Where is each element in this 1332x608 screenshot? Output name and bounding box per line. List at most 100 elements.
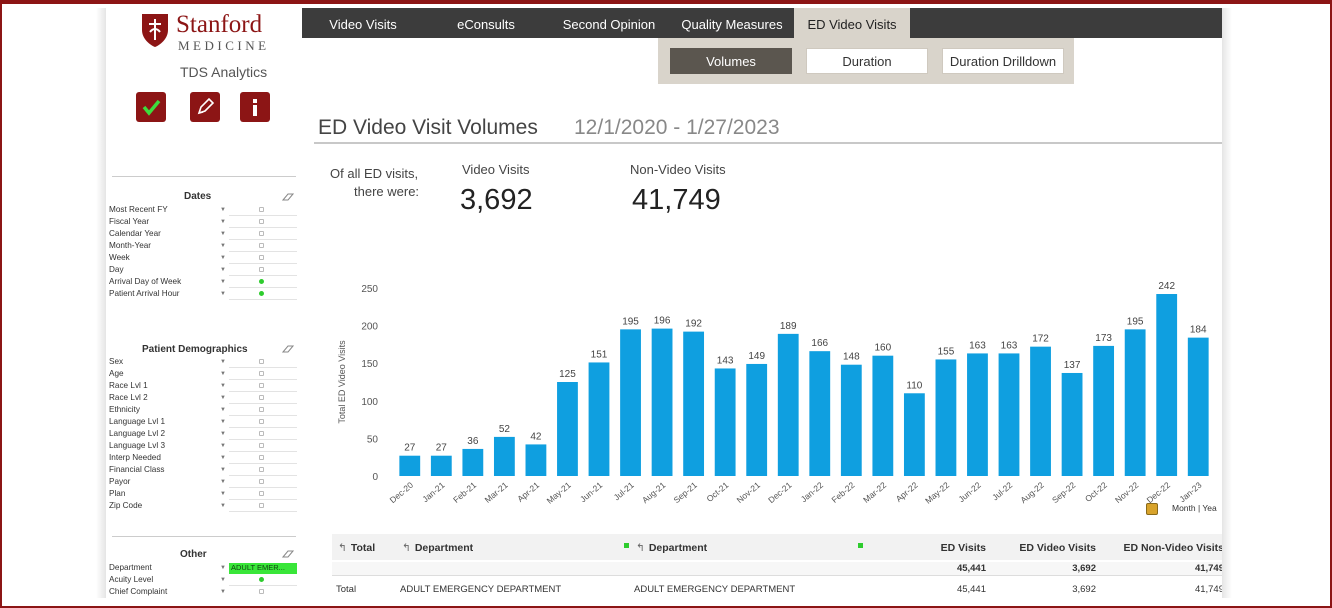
bar-Apr-21[interactable] [525,444,547,476]
bar-Jul-21[interactable] [620,329,641,476]
bar-Jan-23[interactable] [1187,337,1209,476]
clear-other-icon[interactable] [282,549,294,559]
chevron-down-icon[interactable]: ▼ [220,216,226,228]
bar-Dec-22[interactable] [1156,294,1178,476]
slicer-selector[interactable] [229,429,297,440]
checkbox-icon[interactable] [259,359,264,364]
chevron-down-icon[interactable]: ▼ [220,288,226,300]
chevron-down-icon[interactable]: ▼ [220,368,226,380]
tab-quality-measures[interactable]: Quality Measures [670,8,794,38]
chevron-down-icon[interactable]: ▼ [220,392,226,404]
slicer-row-age[interactable]: Age ▼ [109,368,297,380]
bar-May-22[interactable] [935,359,957,476]
slicer-selector[interactable] [229,489,297,500]
slicer-row-language-lvl-1[interactable]: Language Lvl 1 ▼ [109,416,297,428]
checkbox-icon[interactable] [259,479,264,484]
drill-up-icon[interactable] [1146,503,1158,515]
slicer-selector[interactable] [229,205,297,216]
slicer-selector[interactable] [229,241,297,252]
chevron-down-icon[interactable]: ▼ [220,500,226,512]
edit-button[interactable] [190,92,220,122]
slicer-selector[interactable] [229,229,297,240]
bar-Jan-21[interactable] [430,455,452,476]
filter-active-icon[interactable] [259,291,264,296]
slicer-row-most-recent-fy[interactable]: Most Recent FY ▼ [109,204,297,216]
bar-Feb-22[interactable] [840,364,862,476]
subtab-volumes[interactable]: Volumes [670,48,792,74]
bar-Nov-21[interactable] [746,363,768,476]
chevron-down-icon[interactable]: ▼ [220,240,226,252]
col-ed-visits-header[interactable]: ED Visits [892,542,986,554]
bar-Jul-22[interactable] [998,353,1020,476]
clear-dates-icon[interactable] [282,192,294,202]
slicer-selector[interactable] [229,587,297,596]
checkbox-icon[interactable] [259,407,264,412]
col-department2-header[interactable]: ↰ Department [636,542,707,554]
slicer-selector[interactable] [229,417,297,428]
bar-Jun-22[interactable] [967,353,988,476]
slicer-row-zip-code[interactable]: Zip Code ▼ [109,500,297,512]
bar-Aug-21[interactable] [651,328,673,476]
expand-icon[interactable]: ↰ [402,542,411,554]
slicer-row-plan[interactable]: Plan ▼ [109,488,297,500]
checkbox-icon[interactable] [259,243,264,248]
slicer-selector[interactable] [229,465,297,476]
chevron-down-icon[interactable]: ▼ [220,586,226,596]
filter-active-icon[interactable] [259,577,264,582]
chevron-down-icon[interactable]: ▼ [220,416,226,428]
slicer-selector[interactable] [229,217,297,228]
checkbox-icon[interactable] [259,395,264,400]
col-ed-video-visits-header[interactable]: ED Video Visits [990,542,1096,554]
chevron-down-icon[interactable]: ▼ [220,380,226,392]
chevron-down-icon[interactable]: ▼ [220,452,226,464]
checkbox-icon[interactable] [259,255,264,260]
expand-icon[interactable]: ↰ [338,542,347,554]
slicer-row-ethnicity[interactable]: Ethnicity ▼ [109,404,297,416]
bar-Sep-22[interactable] [1061,372,1083,476]
slicer-row-acuity-level[interactable]: Acuity Level ▼ [109,574,297,586]
checkbox-icon[interactable] [259,231,264,236]
slicer-row-sex[interactable]: Sex ▼ [109,356,297,368]
bar-Apr-22[interactable] [903,393,925,476]
slicer-row-financial-class[interactable]: Financial Class ▼ [109,464,297,476]
bar-Mar-21[interactable] [493,436,515,476]
col-total-header[interactable]: ↰ Total [338,542,375,554]
chevron-down-icon[interactable]: ▼ [220,404,226,416]
chevron-down-icon[interactable]: ▼ [220,264,226,276]
slicer-selector[interactable] [229,289,297,300]
slicer-selector[interactable] [229,501,297,512]
slicer-row-calendar-year[interactable]: Calendar Year ▼ [109,228,297,240]
slicer-row-month-year[interactable]: Month-Year ▼ [109,240,297,252]
subtab-duration[interactable]: Duration [806,48,928,74]
slicer-selector[interactable] [229,393,297,404]
slicer-row-language-lvl-3[interactable]: Language Lvl 3 ▼ [109,440,297,452]
check-button[interactable] [136,92,166,122]
checkbox-icon[interactable] [259,219,264,224]
slicer-selector[interactable] [229,405,297,416]
chevron-down-icon[interactable]: ▼ [220,562,226,574]
slicer-selector[interactable] [229,277,297,288]
slicer-selector[interactable] [229,357,297,368]
slicer-selector[interactable] [229,477,297,488]
slicer-selector[interactable] [229,441,297,452]
checkbox-icon[interactable] [259,467,264,472]
chevron-down-icon[interactable]: ▼ [220,574,226,586]
slicer-row-chief-complaint[interactable]: Chief Complaint ▼ [109,586,297,596]
bar-Aug-22[interactable] [1030,346,1051,476]
slicer-selector[interactable] [229,575,297,586]
checkbox-icon[interactable] [259,371,264,376]
slicer-selector[interactable] [229,265,297,276]
chevron-down-icon[interactable]: ▼ [220,252,226,264]
info-button[interactable] [240,92,270,122]
col-ed-nonvideo-visits-header[interactable]: ED Non-Video Visits [1100,542,1222,554]
slicer-row-race-lvl-2[interactable]: Race Lvl 2 ▼ [109,392,297,404]
bar-Feb-21[interactable] [462,448,484,476]
chevron-down-icon[interactable]: ▼ [220,488,226,500]
checkbox-icon[interactable] [259,431,264,436]
slicer-selector[interactable] [229,253,297,264]
chevron-down-icon[interactable]: ▼ [220,356,226,368]
tab-ed-video-visits[interactable]: ED Video Visits [794,8,910,38]
slicer-selector[interactable] [229,381,297,392]
expand-icon[interactable]: ↰ [636,542,645,554]
tab-video-visits[interactable]: Video Visits [302,8,424,38]
